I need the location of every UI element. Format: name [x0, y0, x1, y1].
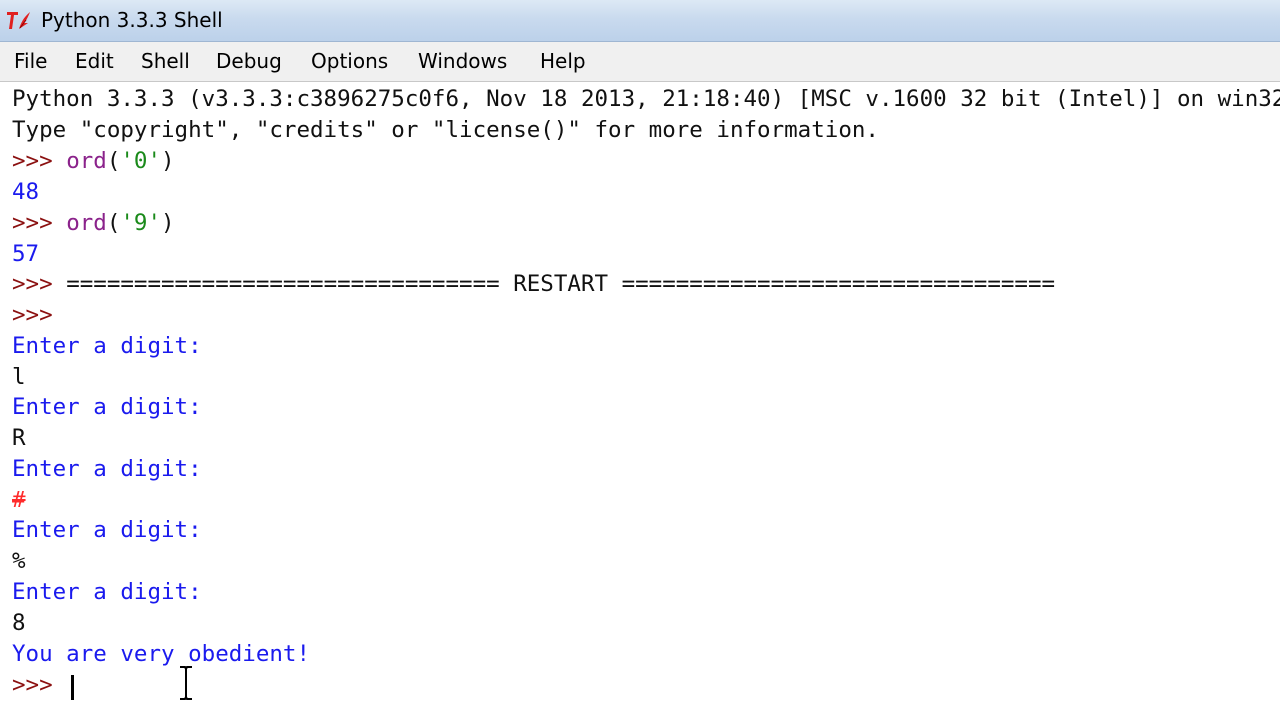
paren: (: [106, 148, 121, 174]
menu-options[interactable]: Options: [311, 48, 388, 74]
restart-line: >>> ================================ RES…: [12, 269, 1055, 300]
builtin-name: ord: [66, 148, 107, 174]
menu-windows[interactable]: Windows: [418, 48, 507, 74]
banner-line: Python 3.3.3 (v3.3.3:c3896275c0f6, Nov 1…: [12, 86, 1280, 112]
shell-text-area[interactable]: Python 3.3.3 (v3.3.3:c3896275c0f6, Nov 1…: [0, 83, 1280, 720]
banner-line: Type "copyright", "credits" or "license(…: [12, 117, 879, 143]
input-line: 8: [12, 610, 26, 636]
command-line: >>> ord('0'): [12, 146, 175, 177]
output-line: You are very obedient!: [12, 641, 311, 667]
output-line: 48: [12, 179, 40, 205]
menu-edit[interactable]: Edit: [75, 48, 114, 74]
title-bar[interactable]: Python 3.3.3 Shell: [0, 0, 1280, 42]
input-line: %: [12, 548, 26, 574]
menu-file[interactable]: File: [14, 48, 47, 74]
window-title: Python 3.3.3 Shell: [41, 8, 223, 32]
output-line: Enter a digit:: [12, 394, 202, 420]
ibeam-pointer-icon: [180, 666, 192, 700]
paren: ): [161, 210, 175, 236]
idle-shell-window: Python 3.3.3 Shell File Edit Shell Debug…: [0, 0, 1280, 720]
input-line: l: [12, 364, 26, 390]
menu-help[interactable]: Help: [540, 48, 586, 74]
prompt: >>>: [12, 302, 53, 328]
output-line: Enter a digit:: [12, 333, 202, 359]
output-line: Enter a digit:: [12, 579, 202, 605]
string-literal: '9': [120, 210, 162, 236]
menu-shell[interactable]: Shell: [141, 48, 190, 74]
output-line: Enter a digit:: [12, 456, 202, 482]
prompt: >>>: [12, 148, 67, 174]
menu-debug[interactable]: Debug: [216, 48, 282, 74]
restart-banner: ================================ RESTART…: [66, 271, 1056, 297]
command-line: >>> ord('9'): [12, 208, 175, 239]
string-literal: '0': [120, 148, 162, 174]
output-line: 57: [12, 241, 40, 267]
builtin-name: ord: [66, 210, 107, 236]
output-line: Enter a digit:: [12, 517, 202, 543]
menu-bar: File Edit Shell Debug Options Windows He…: [0, 42, 1280, 82]
input-line: R: [12, 425, 26, 451]
paren: (: [106, 210, 121, 236]
prompt: >>>: [12, 271, 67, 297]
prompt: >>>: [12, 210, 67, 236]
tk-feather-icon: [7, 12, 30, 29]
paren: ): [161, 148, 175, 174]
prompt: >>>: [12, 672, 67, 698]
error-line: #: [12, 487, 26, 513]
text-cursor: [71, 675, 74, 700]
